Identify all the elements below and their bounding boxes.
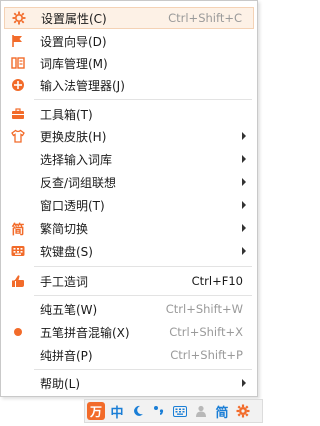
menu-item-label: 五笔拼音混输(X) bbox=[40, 325, 130, 340]
menu-item-label: 输入法管理器(J) bbox=[40, 78, 125, 93]
menu-item-label: 手工造词 bbox=[40, 274, 89, 289]
menu-item-label: 帮助(L) bbox=[40, 376, 81, 391]
menu-item-label: 反查/词组联想 bbox=[40, 175, 117, 190]
gear-icon[interactable] bbox=[234, 402, 252, 420]
menu-item-pure-wubi[interactable]: 纯五笔(W) Ctrl+Shift+W bbox=[4, 298, 254, 320]
menu-separator bbox=[34, 369, 252, 370]
menu-item-label: 更换皮肤(H) bbox=[40, 129, 107, 144]
menu-item-setup-wizard[interactable]: 设置向导(D) bbox=[4, 30, 254, 52]
submenu-arrow-icon bbox=[242, 247, 246, 255]
menu-item-label: 选择输入词库 bbox=[40, 152, 113, 167]
simplified-traditional-icon: 简 bbox=[11, 222, 25, 238]
menu-separator bbox=[34, 266, 252, 267]
simplified-toggle[interactable]: 简 bbox=[213, 402, 231, 421]
menu-item-window-transparency[interactable]: 窗口透明(T) bbox=[4, 194, 254, 216]
menu-item-shortcut: Ctrl+F10 bbox=[191, 274, 243, 288]
submenu-arrow-icon bbox=[242, 201, 246, 209]
selected-dot-icon bbox=[10, 324, 26, 340]
submenu-arrow-icon bbox=[242, 379, 246, 387]
submenu-arrow-icon bbox=[242, 155, 246, 163]
menu-item-shortcut: Ctrl+Shift+W bbox=[165, 302, 243, 316]
menu-item-label: 窗口透明(T) bbox=[40, 198, 105, 213]
flag-icon bbox=[10, 33, 26, 49]
moon-icon[interactable] bbox=[129, 402, 147, 420]
menu-item-simplified-traditional[interactable]: 简 繁简切换 bbox=[4, 217, 254, 239]
menu-item-pure-pinyin[interactable]: 纯拼音(P) Ctrl+Shift+P bbox=[4, 344, 254, 366]
menu-item-label: 纯拼音(P) bbox=[40, 348, 93, 363]
context-menu: 设置属性(C) Ctrl+Shift+C 设置向导(D) 词库管理(M) 输入法… bbox=[0, 0, 258, 397]
menu-item-change-skin[interactable]: 更换皮肤(H) bbox=[4, 125, 254, 147]
menu-item-select-dictionary[interactable]: 选择输入词库 bbox=[4, 148, 254, 170]
menu-item-shortcut: Ctrl+Shift+C bbox=[168, 11, 242, 25]
language-toggle[interactable]: 中 bbox=[108, 402, 126, 421]
menu-item-manual-word[interactable]: 手工造词 Ctrl+F10 bbox=[4, 270, 254, 292]
menu-item-reverse-lookup[interactable]: 反查/词组联想 bbox=[4, 171, 254, 193]
menu-item-label: 工具箱(T) bbox=[40, 107, 93, 122]
menu-item-help[interactable]: 帮助(L) bbox=[4, 372, 254, 394]
submenu-arrow-icon bbox=[242, 224, 246, 232]
menu-item-label: 设置属性(C) bbox=[41, 11, 107, 26]
hand-icon bbox=[10, 273, 26, 289]
menu-item-soft-keyboard[interactable]: 软键盘(S) bbox=[4, 240, 254, 262]
punctuation-icon[interactable] bbox=[150, 402, 168, 420]
user-icon[interactable] bbox=[192, 402, 210, 420]
menu-item-wubi-pinyin-mixed[interactable]: 五笔拼音混输(X) Ctrl+Shift+X bbox=[4, 321, 254, 343]
menu-item-label: 词库管理(M) bbox=[40, 56, 108, 71]
menu-item-dictionary-manage[interactable]: 词库管理(M) bbox=[4, 52, 254, 74]
menu-separator bbox=[34, 99, 252, 100]
keyboard-icon[interactable] bbox=[171, 402, 189, 420]
gear-icon bbox=[11, 10, 27, 26]
submenu-arrow-icon bbox=[242, 132, 246, 140]
menu-item-label: 繁简切换 bbox=[40, 221, 89, 236]
menu-item-input-manager[interactable]: 输入法管理器(J) bbox=[4, 74, 254, 96]
menu-item-settings[interactable]: 设置属性(C) Ctrl+Shift+C bbox=[4, 7, 254, 29]
menu-item-toolbox[interactable]: 工具箱(T) bbox=[4, 103, 254, 125]
dictionary-icon bbox=[10, 55, 26, 71]
menu-item-label: 设置向导(D) bbox=[40, 34, 107, 49]
toolbox-icon bbox=[10, 106, 26, 122]
menu-item-shortcut: Ctrl+Shift+X bbox=[169, 325, 243, 339]
keyboard-icon bbox=[10, 243, 26, 259]
menu-separator bbox=[34, 295, 252, 296]
menu-item-label: 软键盘(S) bbox=[40, 244, 93, 259]
ime-status-bar: 万 中 简 bbox=[84, 399, 263, 423]
submenu-arrow-icon bbox=[242, 178, 246, 186]
input-manager-icon bbox=[10, 77, 26, 93]
menu-item-shortcut: Ctrl+Shift+P bbox=[170, 348, 243, 362]
ime-logo[interactable]: 万 bbox=[87, 402, 105, 420]
shirt-icon bbox=[10, 128, 26, 144]
menu-item-label: 纯五笔(W) bbox=[40, 302, 98, 317]
